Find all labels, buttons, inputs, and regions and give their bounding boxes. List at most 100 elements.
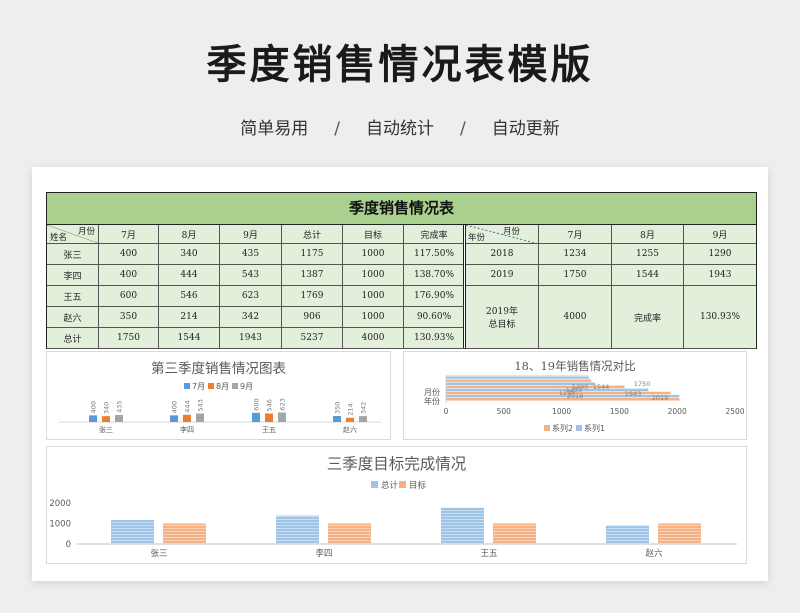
summary-rate-cell: 130.93% — [684, 286, 756, 349]
data-label: 400 — [171, 401, 179, 413]
data-cell: 1544 — [159, 328, 220, 349]
legend-swatch — [576, 425, 582, 431]
data-cell: 1943 — [684, 265, 756, 286]
chart-target-completion-plot: 总计 目标 2000 1000 0 张三 李四 王五 赵六 — [49, 480, 737, 559]
subtitle-item-auto-update: 自动更新 — [491, 119, 560, 139]
bar — [89, 415, 97, 422]
data-label: 2018 — [567, 392, 584, 400]
data-label: 543 — [197, 399, 205, 411]
bar — [115, 414, 123, 422]
legend-label: 系列2 — [552, 423, 573, 433]
data-cell: 130.93% — [404, 328, 466, 349]
legend-label: 系列1 — [584, 423, 605, 433]
data-cell: 1000 — [343, 286, 404, 307]
bar — [111, 519, 154, 544]
row-name-cell: 王五 — [47, 286, 99, 307]
bar — [346, 417, 354, 422]
bar — [328, 523, 371, 544]
row-year-cell: 2018 — [466, 244, 539, 265]
column-header: 7月 — [539, 225, 612, 244]
category-label: 王五 — [262, 426, 276, 434]
bar — [252, 412, 260, 422]
data-label: 1943 — [625, 390, 642, 398]
data-cell: 1000 — [343, 244, 404, 265]
row-name-cell: 总计 — [47, 328, 99, 349]
data-cell: 4000 — [343, 328, 404, 349]
corner-month-label: 月份 — [502, 227, 520, 237]
bar — [446, 375, 589, 379]
data-cell: 546 — [159, 286, 220, 307]
chart-year-compare-plot: 0 500 1000 1500 2000 2500月份年份1290 154412551750… — [424, 375, 745, 433]
bar — [183, 414, 191, 422]
bar — [493, 523, 536, 544]
chart-q3-sales: 第三季度销售情况图表 7月 8月 9月 400 340 435 张三 400 444 543 李四 6… — [46, 351, 391, 440]
row-name-cell: 张三 — [47, 244, 99, 265]
data-label: 546 — [266, 399, 274, 411]
data-label: 214 — [347, 403, 355, 415]
data-label: 623 — [279, 398, 287, 410]
bar — [102, 416, 110, 422]
bar — [278, 412, 286, 422]
corner-month-label: 月份 — [77, 227, 95, 237]
corner-name-label: 姓名 — [50, 233, 68, 243]
bar — [265, 413, 273, 422]
x-tick-label: 2500 — [725, 407, 744, 416]
data-cell: 90.60% — [404, 307, 466, 328]
bar — [446, 378, 592, 382]
column-header: 8月 — [159, 225, 220, 244]
data-cell: 5237 — [282, 328, 343, 349]
legend-swatch — [371, 481, 378, 488]
bar — [196, 413, 204, 422]
row-name-cell: 赵六 — [47, 307, 99, 328]
data-cell: 1000 — [343, 307, 404, 328]
bar — [276, 515, 319, 544]
summary-rate-label-cell: 完成率 — [612, 286, 684, 349]
data-cell: 623 — [220, 286, 282, 307]
column-header: 总计 — [282, 225, 343, 244]
column-header: 目标 — [343, 225, 404, 244]
bar — [446, 398, 680, 401]
page-title: 季度销售情况表模版 — [206, 42, 594, 88]
x-tick-label: 1000 — [552, 407, 571, 416]
data-label: 342 — [360, 402, 368, 414]
category-label: 张三 — [150, 549, 167, 559]
column-header: 9月 — [684, 225, 756, 244]
data-cell: 400 — [99, 244, 159, 265]
data-cell: 444 — [159, 265, 220, 286]
data-cell: 400 — [99, 265, 159, 286]
data-cell: 1290 — [684, 244, 756, 265]
bar — [441, 507, 484, 544]
category-label: 月份 — [424, 387, 440, 397]
table-divider — [463, 225, 466, 348]
y-tick-label: 1000 — [49, 520, 71, 530]
y-tick-label: 0 — [66, 540, 71, 550]
legend-swatch — [232, 383, 238, 389]
bar — [359, 416, 367, 422]
data-cell: 138.70% — [404, 265, 466, 286]
spreadsheet-preview: 季度销售情况表 月份 姓名 7月 8月 9月 总计 目标 完成率 张三 400 340 435 1175… — [32, 167, 768, 581]
row-name-cell: 李四 — [47, 265, 99, 286]
y-tick-label: 2000 — [49, 499, 71, 509]
data-cell: 1750 — [99, 328, 159, 349]
bar — [163, 523, 206, 544]
summary-target-cell: 4000 — [539, 286, 612, 349]
x-tick-label: 0 — [444, 407, 449, 416]
bar — [446, 388, 649, 392]
corner-cell-right: 月份 年份 — [466, 225, 539, 244]
data-cell: 600 — [99, 286, 159, 307]
legend-label: 目标 — [409, 480, 427, 491]
data-label: 340 — [103, 402, 111, 414]
data-cell: 1387 — [282, 265, 343, 286]
column-header: 完成率 — [404, 225, 466, 244]
column-header: 8月 — [612, 225, 684, 244]
subtitle-separator: / — [460, 119, 466, 139]
data-label: 435 — [116, 400, 124, 412]
data-cell: 176.90% — [404, 286, 466, 307]
subtitle-item-easy: 简单易用 — [240, 119, 309, 139]
subtitle-item-auto-stat: 自动统计 — [366, 119, 434, 139]
data-cell: 342 — [220, 307, 282, 328]
column-header: 9月 — [220, 225, 282, 244]
chart-target-completion: 三季度目标完成情况 总计 目标 2000 1000 0 张三 李四 王五 赵六 — [46, 446, 747, 564]
row-year-cell: 2019 — [466, 265, 539, 286]
x-tick-label: 500 — [497, 407, 512, 416]
